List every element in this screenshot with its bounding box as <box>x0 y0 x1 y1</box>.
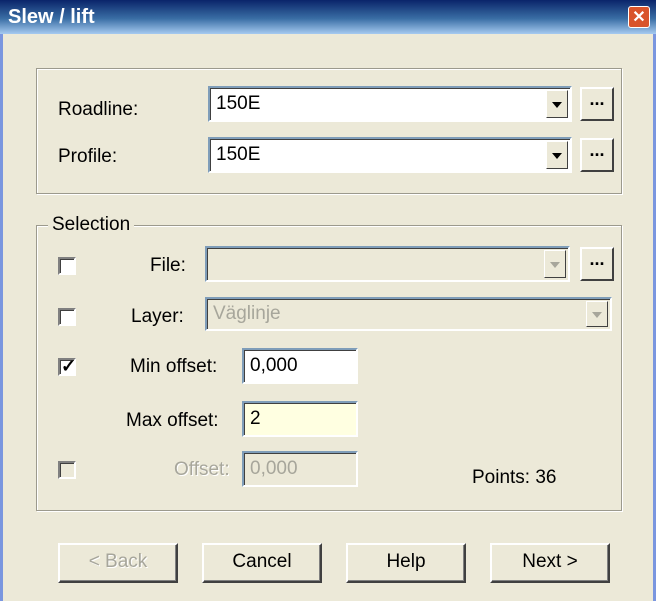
window-title: Slew / lift <box>8 6 95 28</box>
profile-browse-button[interactable]: ... <box>580 138 614 172</box>
max-offset-value: 2 <box>250 408 261 429</box>
offset-label: Offset: <box>174 459 230 480</box>
profile-combo[interactable]: 150E <box>208 137 572 173</box>
file-combo[interactable] <box>205 246 570 282</box>
max-offset-label: Max offset: <box>126 410 219 431</box>
points-count: Points: 36 <box>472 467 557 488</box>
min-offset-label: Min offset: <box>130 356 218 377</box>
layer-checkbox[interactable] <box>58 308 76 326</box>
layer-combo[interactable]: Väglinje <box>205 297 612 331</box>
file-checkbox[interactable] <box>58 257 76 275</box>
chevron-down-icon[interactable] <box>544 250 566 278</box>
offset-value: 0,000 <box>250 458 298 479</box>
max-offset-input[interactable]: 2 <box>242 401 358 437</box>
roadline-label: Roadline: <box>58 99 139 120</box>
roadline-value: 150E <box>216 93 261 114</box>
help-button[interactable]: Help <box>346 543 466 583</box>
roadline-combo[interactable]: 150E <box>208 86 572 122</box>
back-button[interactable]: < Back <box>58 543 178 583</box>
file-label: File: <box>150 255 186 276</box>
next-button[interactable]: Next > <box>490 543 610 583</box>
roadline-browse-button[interactable]: ... <box>580 87 614 121</box>
offset-checkbox[interactable] <box>58 461 76 479</box>
profile-label: Profile: <box>58 146 118 167</box>
chevron-down-icon[interactable] <box>546 90 568 118</box>
selection-legend: Selection <box>48 214 135 236</box>
min-offset-input[interactable]: 0,000 <box>242 348 358 384</box>
cancel-button[interactable]: Cancel <box>202 543 322 583</box>
checkmark-icon: ✓ <box>61 356 77 376</box>
min-offset-checkbox[interactable]: ✓ <box>58 356 77 376</box>
chevron-down-icon[interactable] <box>586 301 608 327</box>
min-offset-value: 0,000 <box>250 355 298 376</box>
layer-value: Väglinje <box>213 303 281 324</box>
title-bar: Slew / lift ✕ <box>0 0 656 34</box>
offset-input[interactable]: 0,000 <box>242 451 358 487</box>
chevron-down-icon[interactable] <box>546 141 568 169</box>
close-icon[interactable]: ✕ <box>628 6 650 28</box>
file-browse-button[interactable]: ... <box>580 247 614 281</box>
profile-value: 150E <box>216 144 261 165</box>
layer-label: Layer: <box>131 306 184 327</box>
